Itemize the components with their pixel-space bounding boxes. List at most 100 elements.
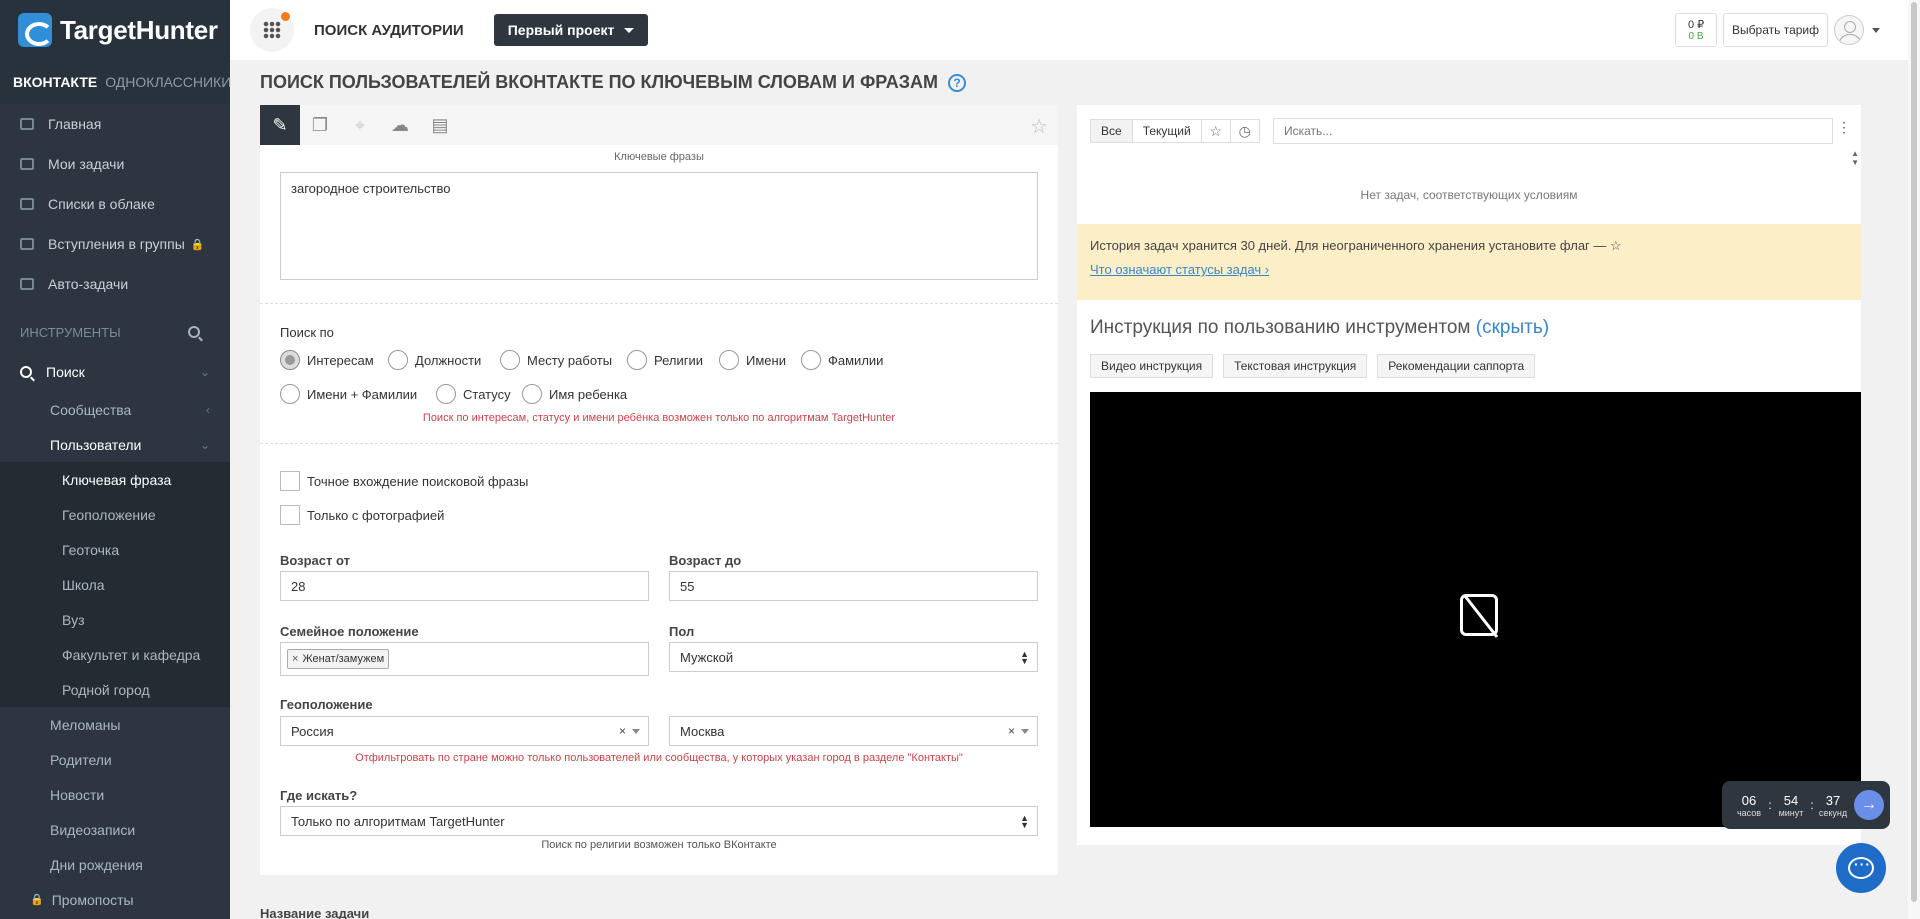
checkbox-box [280, 471, 300, 491]
help-icon[interactable]: ? [948, 73, 966, 92]
avatar[interactable] [1834, 15, 1864, 45]
map-pin-icon[interactable]: ⌖ [340, 105, 380, 145]
caret-down-icon[interactable] [1872, 27, 1880, 33]
sidebar-item-university[interactable]: Вуз [0, 602, 230, 637]
exact-match-checkbox[interactable]: Точное вхождение поисковой фразы [280, 471, 528, 491]
radio-status[interactable]: Статусу [436, 384, 511, 404]
age-to-input[interactable]: 55 [669, 571, 1038, 601]
lock-icon: 🔒 [190, 238, 205, 251]
filter-current-button[interactable]: Текущий [1131, 119, 1202, 143]
more-vertical-icon[interactable]: ⋮ [1837, 119, 1851, 136]
balance-widget[interactable]: 0 ₽ 0 B [1675, 13, 1718, 47]
select-arrows-icon: ▲ ▼ [1020, 813, 1029, 830]
clear-icon[interactable]: × [1008, 724, 1015, 738]
sidebar-item-users[interactable]: Пользователи ⌄ [0, 427, 230, 462]
tab-vkontakte[interactable]: ВКОНТАКТЕ [13, 74, 97, 90]
video-player[interactable] [1090, 392, 1861, 827]
book-icon[interactable]: ▤ [420, 105, 460, 145]
star-icon[interactable]: ☆ [1200, 119, 1231, 143]
apps-button[interactable] [250, 8, 294, 52]
search-icon[interactable] [188, 326, 200, 338]
radio-name[interactable]: Имени [719, 350, 786, 370]
copy-icon[interactable]: ❐ [300, 105, 340, 145]
scrollbar-thumb[interactable] [1911, 2, 1917, 902]
chat-button[interactable] [1836, 843, 1886, 893]
sidebar-item-parents[interactable]: Родители [0, 742, 230, 777]
sidebar-item-news[interactable]: Новости [0, 777, 230, 812]
sidebar-item-videos[interactable]: Видеозаписи [0, 812, 230, 847]
radio-dot [627, 350, 647, 370]
tab-text-instruction[interactable]: Текстовая инструкция [1223, 354, 1368, 378]
sidebar-item-auto-tasks[interactable]: Авто-задачи [0, 264, 230, 304]
filter-all-button[interactable]: Все [1090, 119, 1133, 143]
hide-instructions-link[interactable]: (скрыть) [1476, 317, 1549, 338]
with-photo-checkbox[interactable]: Только с фотографией [280, 505, 444, 525]
tab-video-instruction[interactable]: Видео инструкция [1090, 354, 1214, 378]
radio-religion[interactable]: Религии [627, 350, 703, 370]
scroll-arrows-icon[interactable]: ▲ ▼ [1851, 149, 1859, 167]
radio-child-name[interactable]: Имя ребенка [522, 384, 627, 404]
sidebar-item-label: Новости [50, 786, 105, 803]
country-select[interactable]: Россия × [280, 716, 649, 746]
task-statuses-link[interactable]: Что означают статусы задач › [1090, 262, 1848, 277]
tab-odnoklassniki[interactable]: ОДНОКЛАССНИКИ [105, 74, 231, 90]
notification-dot [281, 12, 290, 21]
radio-interests[interactable]: Интересам [280, 350, 374, 370]
sidebar-item-school[interactable]: Школа [0, 567, 230, 602]
gender-select[interactable]: Мужской ▲ ▼ [669, 642, 1038, 672]
age-from-input[interactable]: 28 [280, 571, 649, 601]
star-icon[interactable]: ☆ [1030, 114, 1048, 139]
sidebar-item-promoposts[interactable]: 🔒 Промопосты [0, 882, 230, 917]
sidebar-item-label: Списки в облаке [48, 196, 155, 212]
history-text: История задач хранится 30 дней. Для неог… [1090, 238, 1607, 253]
clock-icon[interactable]: ◷ [1229, 119, 1260, 143]
task-filters: Все Текущий ☆ ◷ [1090, 119, 1260, 143]
tools-header: ИНСТРУМЕНТЫ [0, 312, 230, 352]
radio-position[interactable]: Должности [388, 350, 481, 370]
family-status-select[interactable]: × Женат/замужем [280, 642, 649, 676]
instructions-title-text: Инструкция по пользованию инструментом [1090, 317, 1471, 338]
arrow-right-icon[interactable]: → [1854, 790, 1884, 820]
sidebar-item-birthdays[interactable]: Дни рождения [0, 847, 230, 882]
sidebar-item-home[interactable]: Главная [0, 104, 230, 144]
keywords-textarea[interactable]: загородное строительство [280, 172, 1038, 280]
caret-down-icon [632, 729, 640, 734]
sidebar-item-label: Промопосты [51, 891, 134, 908]
empty-tasks-message: Нет задач, соответствующих условиям [1360, 188, 1578, 202]
caret-down-icon [624, 27, 635, 33]
sidebar-item-cloud-lists[interactable]: Списки в облаке [0, 184, 230, 224]
sidebar-item-geopoint[interactable]: Геоточка [0, 532, 230, 567]
page-scrollbar[interactable] [1908, 0, 1920, 919]
sidebar-item-search[interactable]: Поиск ⌄ [0, 352, 230, 392]
divider [260, 443, 1058, 444]
select-arrows-icon: ▲ ▼ [1020, 649, 1029, 666]
clear-icon[interactable]: × [619, 724, 626, 738]
project-dropdown[interactable]: Первый проект [493, 14, 649, 46]
radio-label: Должности [415, 352, 482, 368]
cloud-upload-icon[interactable]: ☁ [380, 105, 420, 145]
sidebar-item-keyword[interactable]: Ключевая фраза [0, 462, 230, 497]
sidebar-item-communities[interactable]: Сообщества ‹ [0, 392, 230, 427]
edit-icon[interactable]: ✎ [260, 105, 300, 145]
chat-icon [1848, 856, 1874, 879]
radio-name-surname[interactable]: Имени + Фамилии [280, 384, 417, 404]
sidebar-item-group-joins[interactable]: Вступления в группы 🔒 [0, 224, 230, 264]
sidebar-item-my-tasks[interactable]: Мои задачи [0, 144, 230, 184]
where-select[interactable]: Только по алгоритмам TargetHunter ▲ ▼ [280, 806, 1038, 836]
close-icon[interactable]: × [292, 653, 298, 665]
city-select[interactable]: Москва × [669, 716, 1038, 746]
sidebar-item-geolocation[interactable]: Геоположение [0, 497, 230, 532]
radio-workplace[interactable]: Месту работы [500, 350, 612, 370]
choose-tariff-button[interactable]: Выбрать тариф [1723, 13, 1828, 47]
sidebar-item-music-fans[interactable]: Меломаны [0, 707, 230, 742]
sidebar-item-faculty[interactable]: Факультет и кафедра [0, 637, 230, 672]
logo[interactable]: TargetHunter [0, 0, 230, 60]
age-from-label: Возраст от [280, 553, 350, 568]
timer-minutes-value: 54 [1783, 792, 1799, 808]
family-status-tag[interactable]: × Женат/замужем [287, 649, 390, 669]
task-search-input[interactable] [1273, 118, 1833, 144]
checkbox-label: Только с фотографией [307, 507, 445, 523]
sidebar-item-hometown[interactable]: Родной город [0, 672, 230, 707]
radio-surname[interactable]: Фамилии [801, 350, 883, 370]
tab-support-recommendations[interactable]: Рекомендации саппорта [1377, 354, 1536, 378]
